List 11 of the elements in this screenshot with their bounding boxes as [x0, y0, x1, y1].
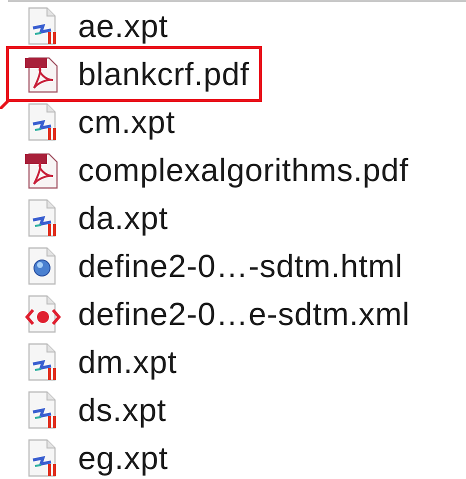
file-name[interactable]: dm.xpt — [78, 346, 178, 378]
file-name[interactable]: define2-0…e-sdtm.xml — [78, 298, 410, 330]
file-name[interactable]: ds.xpt — [78, 394, 166, 426]
file-name[interactable]: eg.xpt — [78, 442, 168, 474]
file-name[interactable]: cm.xpt — [78, 106, 176, 138]
file-name[interactable]: da.xpt — [78, 202, 168, 234]
file-name[interactable]: ae.xpt — [78, 10, 168, 42]
file-name[interactable]: blankcrf.pdf — [78, 58, 250, 90]
code-file-icon[interactable] — [25, 294, 61, 334]
file-name[interactable]: complexalgorithms.pdf — [78, 154, 409, 186]
file-name[interactable]: define2-0…-sdtm.html — [78, 250, 403, 282]
